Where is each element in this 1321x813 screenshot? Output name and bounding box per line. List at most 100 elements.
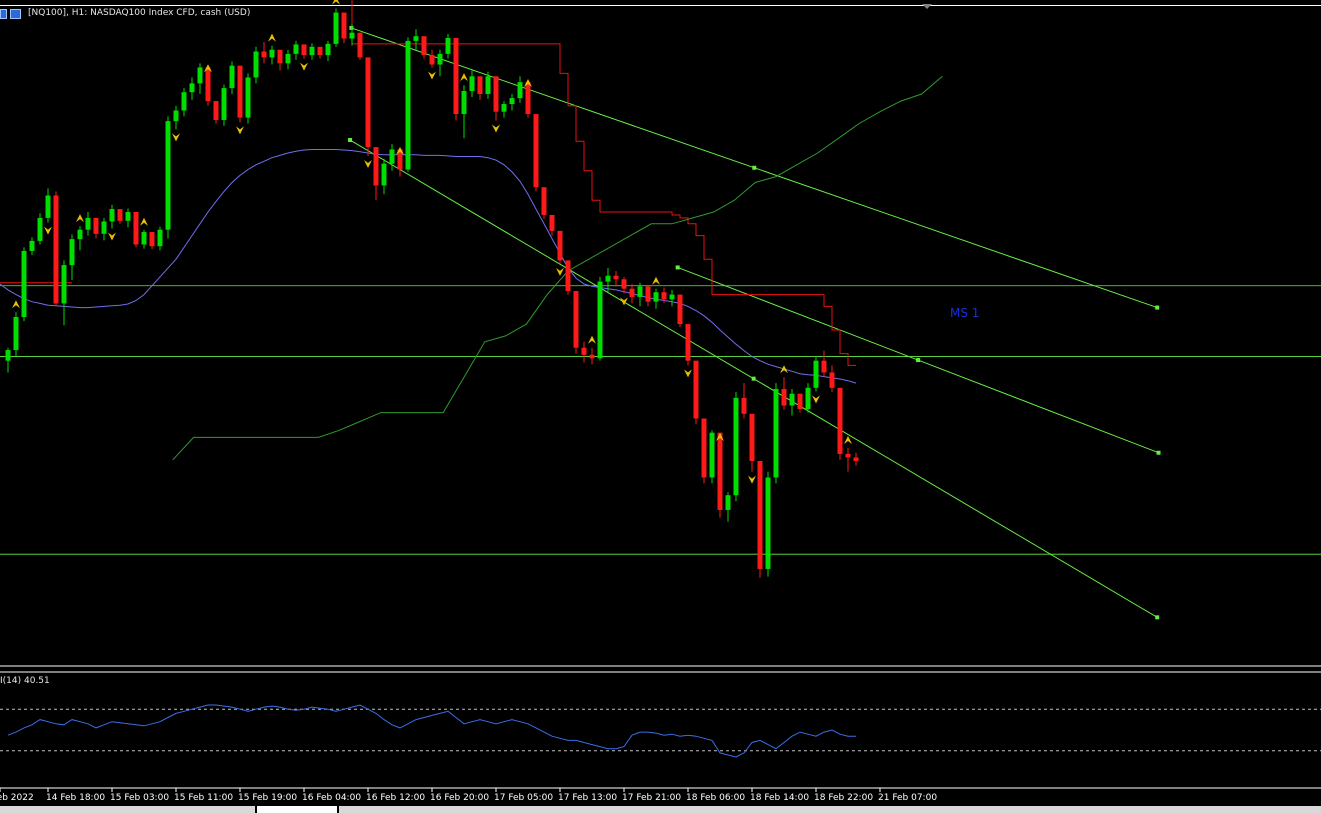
candle-body: [613, 275, 619, 280]
candle-body: [669, 294, 675, 300]
fractal-arrow: [780, 365, 788, 374]
candle-body: [365, 57, 371, 148]
fractal-arrow: [748, 475, 756, 484]
tab-strip[interactable]: [0, 806, 255, 813]
candle-body: [125, 212, 131, 221]
candle-body: [741, 397, 747, 414]
candle-body: [213, 101, 219, 120]
fractal-arrow: [268, 33, 276, 42]
candle-body: [637, 286, 643, 297]
indicator-line-2: [172, 75, 943, 461]
main-chart-area: [0, 0, 1321, 789]
trendline-anchor-1-m: [751, 376, 756, 381]
candle-body: [5, 350, 11, 361]
x-tick-label: 18 Feb 06:00: [686, 793, 745, 803]
x-tick-label: 17 Feb 21:00: [622, 793, 681, 803]
x-tick-label: 16 Feb 04:00: [302, 793, 361, 803]
candle-body: [117, 209, 123, 221]
candle-body: [221, 88, 227, 120]
candle-body: [677, 294, 683, 325]
candle-body: [245, 77, 251, 118]
price-chart[interactable]: Feb 2022 14 Feb 18:00 15 Feb 03:00 15 Feb 1…: [0, 0, 1321, 813]
candle-body: [533, 114, 539, 188]
candle-body: [437, 53, 443, 65]
x-tick-label: 18 Feb 22:00: [814, 793, 873, 803]
x-tick-label: 17 Feb 05:00: [494, 793, 553, 803]
candle-body: [789, 393, 795, 406]
candle-body: [589, 354, 595, 359]
candle-body: [61, 265, 67, 304]
time-axis: Feb 2022 14 Feb 18:00 15 Feb 03:00 15 Feb 1…: [0, 788, 937, 803]
candle-body: [13, 317, 19, 351]
candle-body: [541, 187, 547, 215]
candle-body: [381, 163, 387, 186]
candle-body: [605, 275, 611, 282]
fractal-arrow: [460, 73, 468, 82]
x-tick-label: 21 Feb 07:00: [878, 793, 937, 803]
candle-body: [781, 389, 787, 406]
candle-body: [557, 230, 563, 261]
candle-body: [757, 460, 763, 569]
candle-body: [149, 232, 155, 247]
candle-body: [709, 432, 715, 478]
fractal-arrow: [812, 395, 820, 404]
candle-body: [141, 232, 147, 245]
trendline-anchor-2-b: [1156, 450, 1161, 455]
candle-body: [389, 149, 395, 164]
candle-body: [157, 229, 163, 247]
candle-body: [685, 324, 691, 361]
tab-strip-2[interactable]: [257, 806, 337, 813]
candle-body: [293, 44, 299, 54]
candle-body: [21, 250, 27, 318]
candle-body: [845, 453, 851, 458]
trendline-anchor-0-b: [1155, 305, 1160, 310]
candle-body: [477, 76, 483, 94]
candle-body: [269, 49, 275, 58]
candle-body: [357, 32, 363, 58]
candle-body: [341, 12, 347, 39]
ms1-label[interactable]: MS 1: [950, 306, 979, 320]
fractal-arrow: [332, 0, 340, 5]
candle-body: [573, 291, 579, 348]
candle-body: [813, 360, 819, 388]
candle-body: [501, 104, 507, 112]
candle-body: [333, 12, 339, 44]
candle-body: [421, 36, 427, 56]
candle-body: [237, 65, 243, 118]
fractal-arrow: [556, 267, 564, 276]
candle-body: [461, 91, 467, 115]
fractal-arrow: [236, 126, 244, 135]
x-tick-label: 15 Feb 11:00: [174, 793, 233, 803]
candle-body: [485, 76, 491, 94]
fractal-arrow: [300, 62, 308, 71]
trendline-anchor-2-a: [675, 265, 680, 270]
candle-body: [517, 82, 523, 99]
candle-body: [797, 393, 803, 410]
candle-body: [277, 49, 283, 64]
fractal-arrow: [652, 276, 660, 285]
candle-body: [621, 279, 627, 289]
candle-body: [597, 281, 603, 359]
fractal-arrow: [364, 159, 372, 168]
candle-body: [829, 372, 835, 388]
candle-body: [189, 83, 195, 93]
trendline-anchor-0-m: [752, 165, 757, 170]
candle-body: [69, 239, 75, 266]
candle-body: [309, 46, 315, 56]
candle-body: [53, 195, 59, 304]
scroll-marker-icon[interactable]: [922, 4, 932, 9]
candle-body: [317, 46, 323, 56]
candle-body: [805, 387, 811, 410]
candle-body: [853, 457, 859, 461]
candle-body: [661, 292, 667, 300]
fractal-arrow: [588, 335, 596, 344]
candle-body: [717, 432, 723, 510]
tab-strip-3[interactable]: [339, 806, 1321, 813]
trendline-anchor-2-m: [916, 358, 921, 363]
candle-body: [765, 477, 771, 569]
candle-body: [261, 51, 267, 58]
candle-body: [445, 37, 451, 54]
fractal-arrow: [108, 232, 116, 241]
candle-body: [773, 389, 779, 478]
fractal-arrow: [140, 217, 148, 226]
